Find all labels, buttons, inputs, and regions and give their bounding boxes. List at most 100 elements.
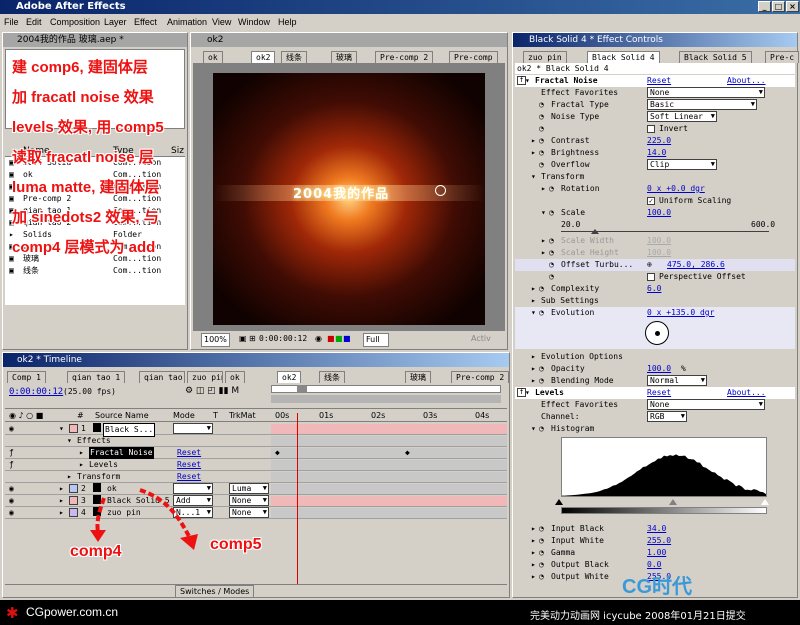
offset-turbulence[interactable]: ◔ Offset Turbu... 475.0, 286.6 ⊕ — [515, 259, 795, 271]
active-camera-label[interactable]: Activ — [471, 333, 491, 345]
input-black-value[interactable]: 34.0 — [647, 523, 666, 535]
stopwatch-icon[interactable]: ◔ — [539, 147, 544, 159]
timeline-tab[interactable]: ok — [225, 371, 245, 383]
levels-reset-link[interactable]: Reset — [177, 459, 201, 471]
label-color[interactable] — [69, 424, 78, 433]
fractal-favorites-dropdown[interactable]: None — [647, 87, 765, 98]
comp-tab[interactable]: ok2 — [251, 51, 275, 63]
expand-arrow-icon[interactable]: ▸ — [531, 135, 536, 147]
stopwatch-icon[interactable]: ◔ — [539, 571, 544, 583]
comp-tab[interactable]: Pre-comp — [449, 51, 498, 63]
blending-mode-dropdown[interactable]: Normal — [647, 375, 707, 386]
scale-slider[interactable]: 20.0 600.0 — [515, 219, 795, 233]
expand-arrow-icon[interactable]: ▸ — [79, 459, 84, 471]
fx-toggle-icon[interactable]: f — [517, 388, 526, 397]
timeline-tab[interactable]: qian tao 1 — [67, 371, 125, 383]
expand-arrow-icon[interactable]: ▸ — [531, 295, 536, 307]
expand-arrow-icon[interactable]: ▾ — [531, 423, 536, 435]
channel-g-icon[interactable]: ■ — [335, 333, 343, 345]
menu-edit[interactable]: Edit — [26, 14, 42, 30]
histogram-label[interactable]: ▾ ◔ Histogram — [515, 423, 795, 435]
stopwatch-icon[interactable]: ◔ — [539, 123, 544, 135]
menu-file[interactable]: File — [4, 14, 19, 30]
stopwatch-icon[interactable]: ◔ — [549, 207, 554, 219]
expand-arrow-icon[interactable]: ▸ — [531, 351, 536, 363]
anchor-point-icon[interactable] — [435, 185, 446, 196]
project-item[interactable]: ▣ 线条 Com...tion — [5, 265, 185, 277]
fractal-noise-header-reset-link[interactable]: Reset — [647, 75, 671, 87]
menu-help[interactable]: Help — [278, 14, 297, 30]
comp-viewer[interactable]: 2004我的作品 — [213, 73, 485, 325]
menu-composition[interactable]: Composition — [50, 14, 100, 30]
complexity-value[interactable]: 6.0 — [647, 283, 661, 295]
timeline-time[interactable]: 0:00:00:12 — [9, 387, 63, 397]
stopwatch-icon[interactable]: ◔ — [539, 559, 544, 571]
stopwatch-icon[interactable]: ◔ — [539, 159, 544, 171]
fractal-noise-header[interactable]: ▾ f Fractal Noise Reset About... — [515, 75, 795, 87]
layer-mode-select[interactable] — [173, 423, 213, 434]
expand-arrow-icon[interactable]: ▾ — [59, 423, 64, 435]
perspective-offset[interactable]: ◔ Perspective Offset — [515, 271, 795, 283]
resolution-select[interactable]: Full — [363, 333, 389, 347]
scale-width-value[interactable]: 100.0 — [647, 235, 671, 247]
brightness[interactable]: ▸ ◔ Brightness 14.0 — [515, 147, 795, 159]
eye-icon[interactable]: ◉ — [9, 423, 14, 435]
expand-arrow-icon[interactable]: ▸ — [541, 183, 546, 195]
keyframe-icon[interactable]: ◆ — [405, 447, 410, 459]
expand-arrow-icon[interactable]: ▸ — [531, 375, 536, 387]
levels-row[interactable]: ƒ ▸ Levels Reset — [5, 459, 507, 471]
scale[interactable]: ▾ ◔ Scale 100.0 — [515, 207, 795, 219]
stopwatch-icon[interactable]: ◔ — [539, 307, 544, 319]
stopwatch-icon[interactable]: ◔ — [539, 535, 544, 547]
scale-slider-thumb[interactable] — [591, 229, 599, 234]
fractal-noise-label[interactable]: Fractal Noise — [89, 447, 154, 459]
expand-arrow-icon[interactable]: ▾ — [531, 171, 536, 183]
fractal-favorites[interactable]: Effect Favorites None — [515, 87, 795, 99]
evolution-value[interactable]: 0 x +135.0 dgr — [647, 307, 714, 319]
expand-arrow-icon[interactable]: ▸ — [531, 283, 536, 295]
expand-arrow-icon[interactable]: ▸ — [531, 571, 536, 583]
transform-group[interactable]: ▾ Transform — [515, 171, 795, 183]
camera-icon[interactable]: ◉ — [315, 333, 322, 345]
timeline-tab[interactable]: Comp 1 — [7, 371, 46, 383]
effects-row-duration-bar[interactable] — [271, 436, 507, 446]
keyframe-icon[interactable]: ◆ — [275, 447, 280, 459]
rotation[interactable]: ▸ ◔ Rotation 0 x +0.0 dgr — [515, 183, 795, 195]
menu-layer[interactable]: Layer — [104, 14, 127, 30]
menu-effect[interactable]: Effect — [134, 14, 157, 30]
overflow-dropdown[interactable]: Clip — [647, 159, 717, 170]
channel-r-icon[interactable]: ■ — [327, 333, 335, 345]
stopwatch-icon[interactable]: ◔ — [549, 271, 554, 283]
menu-animation[interactable]: Animation — [167, 14, 207, 30]
fractal-row[interactable]: ƒ ▸ Fractal Noise Reset ◆ ◆ — [5, 447, 507, 459]
timeline-tab[interactable]: qian tao 2 — [139, 371, 185, 383]
expand-arrow-icon[interactable]: ▾ — [531, 307, 536, 319]
effects-row[interactable]: ▾ Effects — [5, 435, 507, 447]
expand-arrow-icon[interactable]: ▸ — [531, 523, 536, 535]
overflow[interactable]: ◔ Overflow Clip — [515, 159, 795, 171]
menu-window[interactable]: Window — [238, 14, 270, 30]
timeline-tab[interactable]: ok2 — [277, 371, 301, 383]
layer-4-duration-bar[interactable] — [271, 508, 507, 518]
rotation-value[interactable]: 0 x +0.0 dgr — [647, 183, 705, 195]
stopwatch-icon[interactable]: ◔ — [549, 247, 554, 259]
fx-icon[interactable]: ƒ — [9, 459, 14, 471]
fractal-reset-link[interactable]: Reset — [177, 447, 201, 459]
stopwatch-icon[interactable]: ◔ — [539, 375, 544, 387]
layer-3-duration-bar[interactable] — [271, 496, 507, 506]
noise-type[interactable]: ◔ Noise Type Soft Linear — [515, 111, 795, 123]
expand-arrow-icon[interactable]: ▸ — [541, 235, 546, 247]
minimize-button[interactable]: _ — [758, 1, 771, 12]
current-time-indicator[interactable] — [297, 413, 298, 585]
input-white[interactable]: ▸ ◔ Input White 255.0 — [515, 535, 795, 547]
input-white-value[interactable]: 255.0 — [647, 535, 671, 547]
time-navigator[interactable] — [271, 395, 501, 403]
comp-time[interactable]: 0:00:00:12 — [259, 333, 307, 345]
switches-modes-toggle[interactable]: Switches / Modes — [175, 585, 254, 598]
evolution-dial-knob[interactable] — [645, 321, 669, 345]
effects-tab[interactable]: Pre-c — [765, 51, 799, 63]
expand-arrow-icon[interactable]: ▸ — [531, 535, 536, 547]
expand-arrow-icon[interactable]: ▸ — [531, 547, 536, 559]
col-size[interactable]: Siz — [171, 146, 184, 156]
input-black-handle[interactable] — [555, 499, 563, 505]
